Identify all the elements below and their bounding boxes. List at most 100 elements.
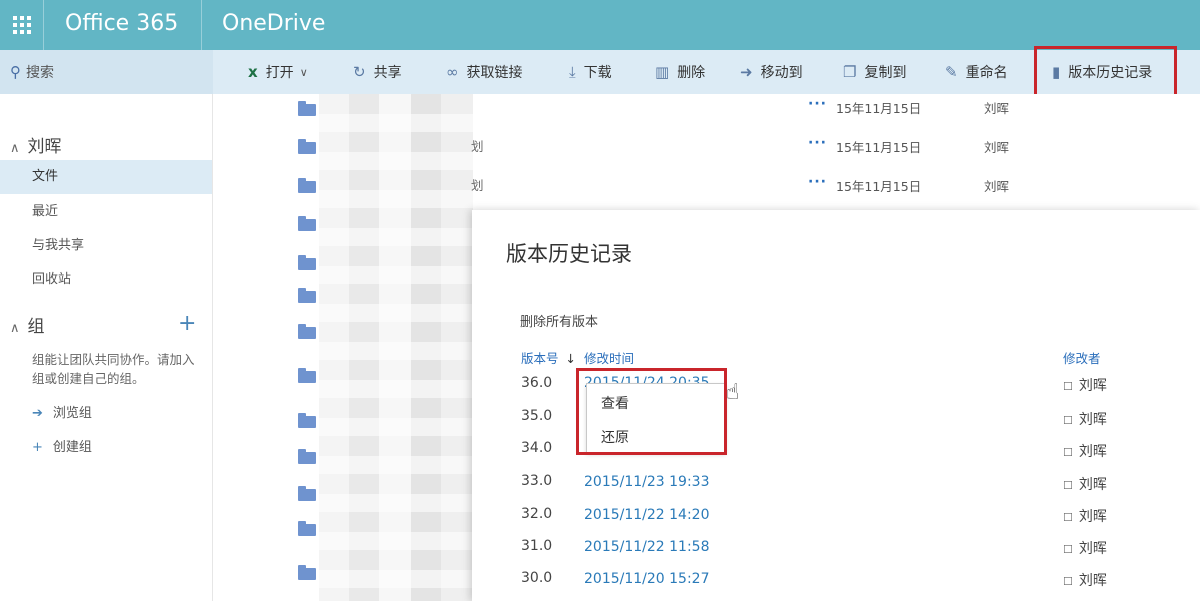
version-number: 34.0 (521, 440, 553, 456)
sort-arrow-icon: ↓ (565, 351, 576, 366)
move-icon: ➜ (740, 63, 753, 81)
delete-button[interactable]: ▥ 删除 (655, 50, 705, 94)
version-modifier: ☐ 刘晖 (1063, 506, 1107, 526)
version-number: 35.0 (521, 408, 553, 424)
edit-icon: ✎ (945, 63, 958, 81)
version-time-link[interactable]: 2015/11/22 14:20 (584, 507, 710, 523)
create-group-link[interactable]: + 创建组 (32, 436, 92, 455)
share-button[interactable]: ↻ 共享 (353, 50, 402, 94)
column-header-modifier[interactable]: 修改者 (1063, 348, 1101, 367)
version-modifier: ☐ 刘晖 (1063, 441, 1107, 461)
column-header-version[interactable]: 版本号 ↓ (521, 348, 576, 367)
groups-title: 组 (27, 317, 45, 337)
office-365-brand[interactable]: Office 365 (44, 0, 202, 50)
app-launcher-button[interactable] (0, 0, 44, 50)
nav-item-shared[interactable]: 与我共享 (0, 229, 212, 263)
get-link-button[interactable]: ∞ 获取链接 (446, 50, 523, 94)
rename-label: 重命名 (965, 65, 1008, 81)
modifier-name: 刘晖 (1078, 573, 1107, 589)
modifier-name: 刘晖 (1078, 477, 1107, 493)
file-modified-date: 15年11月15日 (836, 140, 922, 155)
open-button[interactable]: x 打开 ∨ (248, 50, 308, 94)
file-modified-date: 15年11月15日 (836, 179, 922, 194)
version-time-link[interactable]: 2015/11/20 15:27 (584, 571, 710, 587)
file-modified-date: 15年11月15日 (836, 101, 922, 116)
excel-icon: x (248, 63, 258, 81)
version-modifier: ☐ 刘晖 (1063, 474, 1107, 494)
modifier-name: 刘晖 (1078, 509, 1107, 525)
plus-icon: + (32, 440, 43, 455)
version-time-link[interactable]: 2015/11/22 11:58 (584, 539, 710, 555)
download-button[interactable]: ⤓ 下载 (569, 50, 612, 94)
browse-groups-link[interactable]: ➔ 浏览组 (32, 402, 92, 421)
folder-icon (298, 413, 316, 428)
groups-description: 组能让团队共同协作。请加入组或创建自己的组。 (32, 352, 195, 386)
user-name: 刘晖 (27, 137, 62, 157)
checkbox-icon: ☐ (1063, 511, 1073, 524)
column-header-modified[interactable]: 修改时间 (584, 348, 634, 367)
highlight-version-history (1034, 46, 1177, 100)
checkbox-icon: ☐ (1063, 380, 1073, 393)
version-number: 30.0 (521, 570, 553, 586)
share-icon: ↻ (353, 63, 366, 81)
modifier-name: 刘晖 (1078, 444, 1107, 460)
move-to-button[interactable]: ➜ 移动到 (740, 50, 803, 94)
nav-item-recent[interactable]: 最近 (0, 195, 212, 229)
waffle-icon (12, 16, 31, 34)
version-number: 33.0 (521, 473, 553, 489)
get-link-label: 获取链接 (466, 65, 523, 81)
file-owner: 刘晖 (984, 101, 1010, 116)
delete-all-versions-button[interactable]: 删除所有版本 (520, 311, 598, 330)
file-name-fragment: 划 (471, 178, 484, 193)
version-modifier: ☐ 刘晖 (1063, 409, 1107, 429)
checkbox-icon: ☐ (1063, 414, 1073, 427)
highlight-context-menu (576, 368, 727, 455)
open-label: 打开 (265, 65, 294, 81)
file-owner: 刘晖 (984, 140, 1010, 155)
copy-to-button[interactable]: ❐ 复制到 (843, 50, 906, 94)
copy-icon: ❐ (843, 63, 857, 81)
folder-icon (298, 486, 316, 501)
search-label: 搜索 (26, 65, 54, 81)
folder-icon (298, 288, 316, 303)
share-label: 共享 (373, 65, 402, 81)
move-to-label: 移动到 (760, 65, 803, 81)
download-label: 下载 (583, 65, 612, 81)
left-navigation: ∧ 刘晖 文件 最近 与我共享 回收站 ∧ 组 + 组能让团队共同协作。请加入组或创… (0, 94, 213, 601)
version-number: 31.0 (521, 538, 553, 554)
more-options-icon[interactable]: ··· (808, 96, 827, 112)
version-number: 36.0 (521, 375, 553, 391)
nav-item-recycle-bin[interactable]: 回收站 (0, 263, 212, 297)
arrow-right-icon: ➔ (32, 406, 43, 421)
chevron-up-icon: ∧ (10, 321, 20, 336)
link-icon: ∞ (446, 63, 459, 81)
user-section-header[interactable]: ∧ 刘晖 (10, 132, 62, 157)
version-modifier: ☐ 刘晖 (1063, 570, 1107, 590)
modifier-name: 刘晖 (1078, 378, 1107, 394)
chevron-up-icon: ∧ (10, 141, 20, 156)
search-icon: ⚲ (10, 63, 21, 81)
file-name-fragment: 划 (471, 139, 484, 154)
onedrive-title[interactable]: OneDrive (222, 0, 325, 50)
groups-section-header[interactable]: ∧ 组 (10, 312, 45, 337)
rename-button[interactable]: ✎ 重命名 (945, 50, 1008, 94)
search-box[interactable]: ⚲ 搜索 (0, 50, 213, 94)
create-group-label: 创建组 (52, 440, 92, 455)
nav-item-files[interactable]: 文件 (0, 160, 212, 194)
folder-icon (298, 139, 316, 154)
folder-icon (298, 368, 316, 383)
browse-groups-label: 浏览组 (52, 406, 92, 421)
add-group-icon[interactable]: + (178, 313, 196, 335)
folder-icon (298, 178, 316, 193)
download-icon: ⤓ (569, 63, 576, 81)
folder-icon (298, 255, 316, 270)
version-time-link[interactable]: 2015/11/23 19:33 (584, 474, 710, 490)
modifier-name: 刘晖 (1078, 412, 1107, 428)
modifier-name: 刘晖 (1078, 541, 1107, 557)
folder-icon (298, 216, 316, 231)
more-options-icon[interactable]: ··· (808, 174, 827, 190)
checkbox-icon: ☐ (1063, 479, 1073, 492)
folder-icon (298, 101, 316, 116)
checkbox-icon: ☐ (1063, 446, 1073, 459)
more-options-icon[interactable]: ··· (808, 135, 827, 151)
